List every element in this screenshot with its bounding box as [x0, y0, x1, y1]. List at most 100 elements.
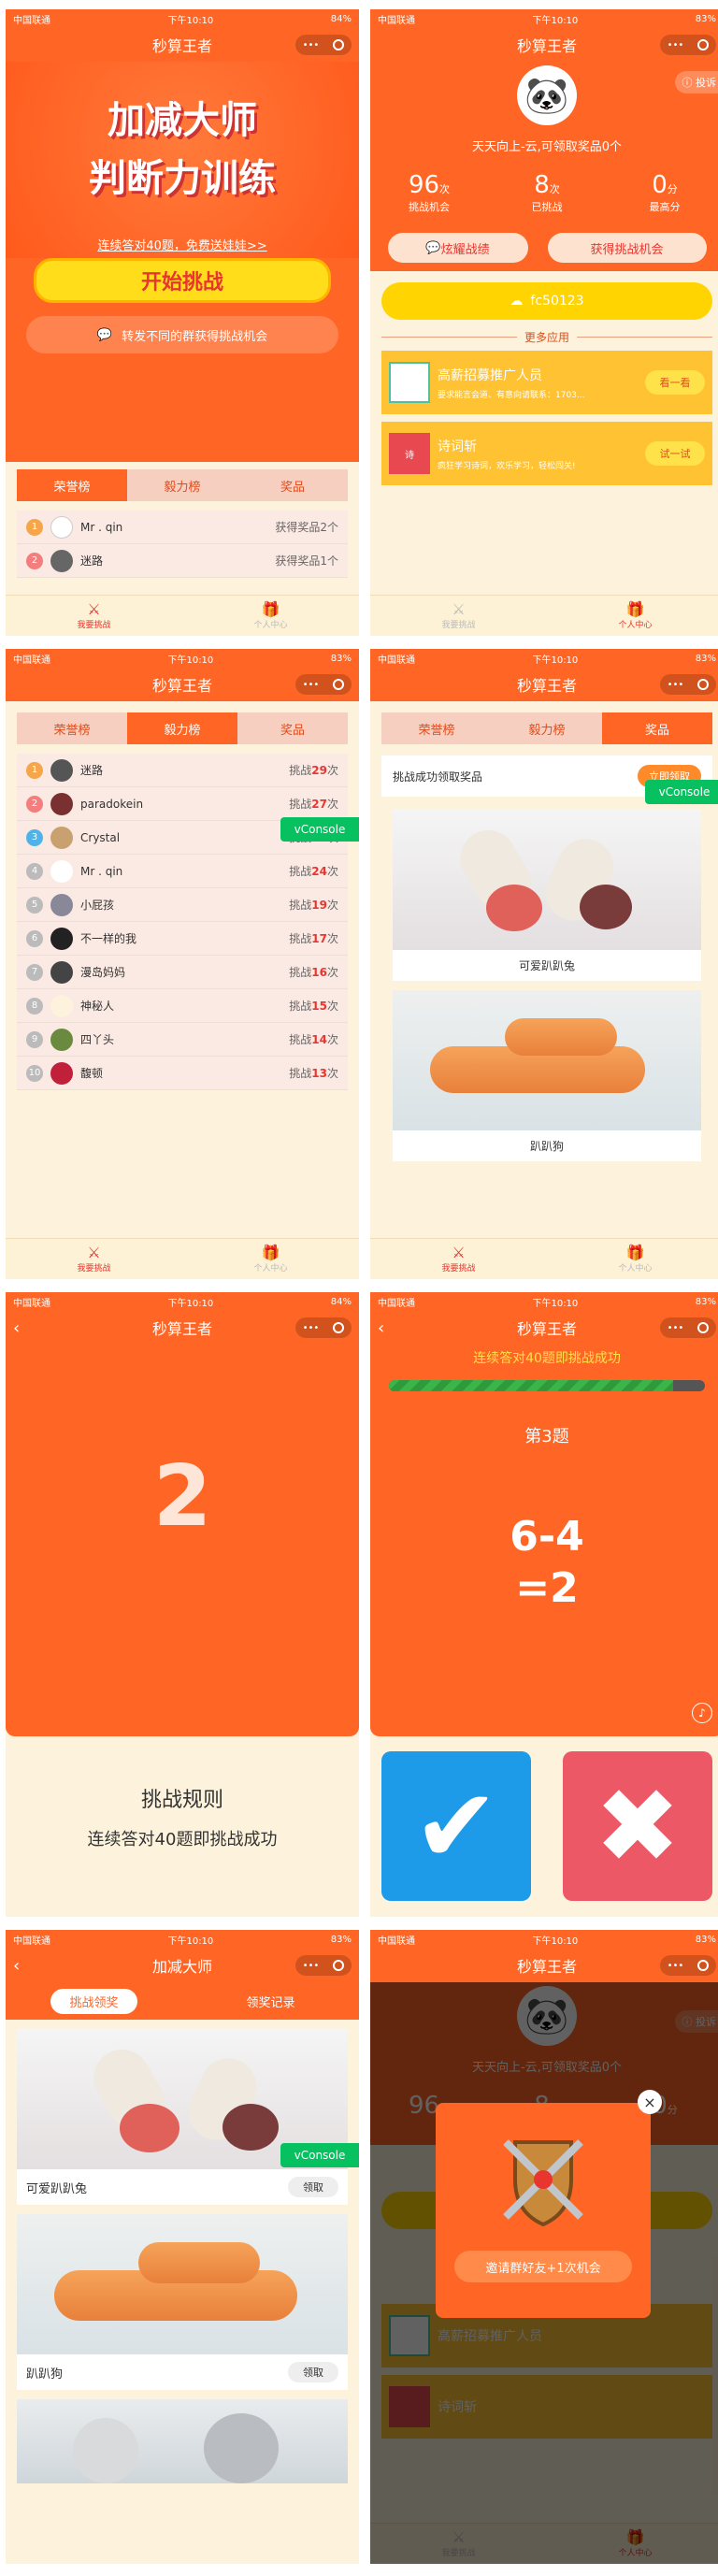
- tab-bar: ⚔ 我要挑战 🎁 个人中心: [6, 1238, 359, 1279]
- tab-prizes[interactable]: 奖品: [237, 469, 348, 501]
- back-icon[interactable]: ‹: [13, 1318, 20, 1338]
- avatar: [50, 549, 73, 572]
- tab-profile[interactable]: 🎁 个人中心: [547, 1239, 718, 1279]
- close-target-icon[interactable]: [333, 1322, 345, 1333]
- app-open-button[interactable]: 看一看: [645, 370, 705, 395]
- vconsole-button[interactable]: vConsole: [645, 780, 718, 804]
- answer-buttons: ✔ ✖: [370, 1736, 718, 1901]
- music-icon[interactable]: ♪: [692, 1703, 712, 1723]
- app-logo-icon: [389, 362, 430, 403]
- close-target-icon[interactable]: [333, 679, 345, 690]
- tab-claim[interactable]: 挑战领奖: [6, 1988, 182, 2014]
- tab-honor[interactable]: 荣誉榜: [17, 712, 127, 744]
- plush-body: [120, 2104, 180, 2152]
- tab-honor[interactable]: 荣誉榜: [17, 469, 127, 501]
- prize-card[interactable]: 可爱趴趴兔: [393, 810, 701, 981]
- capsule-menu[interactable]: •••: [660, 674, 716, 695]
- header: 中国联通 下午10:10 83% ‹ 加减大师 ••• 挑战领奖 领奖记录: [6, 1930, 359, 2020]
- tab-bar: ⚔ 我要挑战 🎁 个人中心: [370, 595, 718, 636]
- avatar: [50, 994, 73, 1017]
- tab-perseverance[interactable]: 毅力榜: [127, 469, 237, 501]
- challenge-count: 挑战17次: [289, 930, 338, 946]
- more-icon[interactable]: •••: [303, 40, 320, 50]
- count-value: 19: [311, 899, 327, 912]
- count-value: 13: [311, 1067, 327, 1080]
- back-icon[interactable]: ‹: [13, 1956, 20, 1976]
- tab-profile[interactable]: 🎁 个人中心: [182, 596, 359, 636]
- tab-perseverance[interactable]: 毅力榜: [127, 712, 237, 744]
- tab-profile[interactable]: 🎁 个人中心: [182, 1239, 359, 1279]
- tab-perseverance[interactable]: 毅力榜: [492, 712, 602, 744]
- tab-challenge[interactable]: ⚔ 我要挑战: [6, 1239, 182, 1279]
- get-chance-button[interactable]: 获得挑战机会: [547, 233, 707, 263]
- carrier: 中国联通: [378, 1936, 415, 1947]
- time: 下午10:10: [532, 15, 579, 26]
- app-name: 诗词斩: [438, 439, 477, 454]
- claim-button[interactable]: 领取: [288, 2362, 338, 2382]
- tab-honor[interactable]: 荣誉榜: [381, 712, 492, 744]
- capsule-menu[interactable]: •••: [295, 35, 352, 55]
- prize-card[interactable]: 趴趴狗: [393, 990, 701, 1161]
- avatar: [50, 792, 73, 815]
- tab-challenge[interactable]: ⚔ 我要挑战: [370, 596, 547, 636]
- app-card[interactable]: 高薪招募推广人员 要求能言会道、有意向请联系：1703... 看一看: [381, 351, 712, 414]
- capsule-menu[interactable]: •••: [295, 674, 352, 695]
- invite-button[interactable]: 邀请群好友+1次机会: [454, 2251, 632, 2282]
- close-target-icon[interactable]: [697, 1322, 710, 1333]
- close-target-icon[interactable]: [697, 39, 710, 50]
- prize-image: [393, 990, 701, 1130]
- close-icon[interactable]: ×: [638, 2090, 662, 2114]
- capsule-menu[interactable]: •••: [660, 35, 716, 55]
- info-icon: ⓘ: [682, 77, 696, 89]
- app-open-button[interactable]: 试一试: [645, 441, 705, 466]
- vconsole-button[interactable]: vConsole: [280, 2143, 359, 2167]
- plush-body: [486, 885, 542, 931]
- more-icon[interactable]: •••: [668, 1323, 684, 1333]
- page-title: 秒算王者: [516, 1320, 577, 1338]
- capsule-menu[interactable]: •••: [660, 1317, 716, 1338]
- claim-button[interactable]: 领取: [288, 2177, 338, 2197]
- more-icon[interactable]: •••: [303, 680, 320, 690]
- code-bar[interactable]: ☁ fc50123: [381, 282, 712, 320]
- tab-prizes[interactable]: 奖品: [602, 712, 712, 744]
- count-value: 15: [311, 1000, 327, 1013]
- count-suffix: 次: [326, 764, 338, 777]
- tab-challenge[interactable]: ⚔ 我要挑战: [370, 1239, 547, 1279]
- more-icon[interactable]: •••: [668, 1961, 684, 1971]
- question-number: 第3题: [524, 1427, 569, 1446]
- close-target-icon[interactable]: [697, 679, 710, 690]
- tab-profile[interactable]: 🎁 个人中心: [547, 596, 718, 636]
- vconsole-button[interactable]: vConsole: [280, 817, 359, 842]
- nav-bar: 秒算王者 •••: [6, 668, 359, 701]
- more-icon[interactable]: •••: [668, 680, 684, 690]
- promo-link[interactable]: 连续答对40题，免费送娃娃>>: [97, 236, 266, 253]
- tab-challenge[interactable]: ⚔ 我要挑战: [6, 596, 182, 636]
- complaint-button[interactable]: ⓘ 投诉: [674, 71, 718, 94]
- close-target-icon[interactable]: [333, 1960, 345, 1971]
- start-button[interactable]: 开始挑战: [34, 258, 331, 303]
- close-target-icon[interactable]: [697, 1960, 710, 1971]
- more-icon[interactable]: •••: [303, 1323, 320, 1333]
- dog-plush: [138, 2242, 260, 2283]
- correct-button[interactable]: ✔: [381, 1751, 531, 1901]
- app-info: 高薪招募推广人员 要求能言会道、有意向请联系：1703...: [438, 366, 645, 400]
- close-target-icon[interactable]: [333, 39, 345, 50]
- capsule-menu[interactable]: •••: [295, 1317, 352, 1338]
- tab-bar: ⚔ 我要挑战 🎁 个人中心: [370, 1238, 718, 1279]
- prize-name: 可爱趴趴兔: [26, 2181, 88, 2196]
- more-icon[interactable]: •••: [668, 40, 684, 50]
- capsule-menu[interactable]: •••: [295, 1955, 352, 1976]
- tab-prizes[interactable]: 奖品: [237, 712, 348, 744]
- show-off-button[interactable]: 💬 炫耀战绩: [387, 233, 528, 263]
- more-icon[interactable]: •••: [303, 1961, 320, 1971]
- page-title: 秒算王者: [151, 1320, 212, 1338]
- tab-claim-history[interactable]: 领奖记录: [182, 1993, 359, 2010]
- capsule-menu[interactable]: •••: [660, 1955, 716, 1976]
- wrong-button[interactable]: ✖: [563, 1751, 712, 1901]
- swords-icon: ⚔: [87, 600, 101, 618]
- app-card[interactable]: 诗 诗词斩 疯狂学习诗词，欢乐学习，轻松闯关! 试一试: [381, 422, 712, 485]
- avatar: [50, 515, 73, 539]
- back-icon[interactable]: ‹: [378, 1318, 384, 1338]
- share-button[interactable]: 💬 转发不同的群获得挑战机会: [26, 316, 338, 353]
- stat-unit: 次: [439, 183, 451, 195]
